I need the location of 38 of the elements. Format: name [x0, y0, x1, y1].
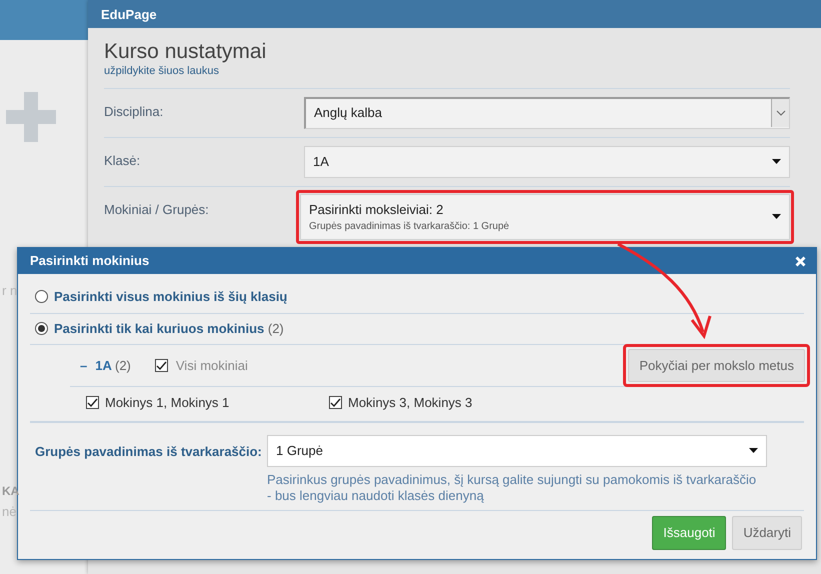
- dialog-title: Pasirinkti mokinius: [30, 252, 150, 270]
- caret-icon: [772, 214, 781, 220]
- checkbox[interactable]: [154, 359, 168, 372]
- dialog-heading: Kurso nustatymai: [104, 40, 268, 64]
- close-icon[interactable]: [795, 256, 806, 266]
- radio-button[interactable]: [35, 322, 48, 335]
- changes-button[interactable]: Pokyčiai per mokslo metus: [628, 348, 805, 382]
- checkbox[interactable]: [86, 396, 99, 410]
- select-field[interactable]: Pasirinkti moksleiviai: 2 Grupės pavadinimas iš tvarkaraščio: 1 Grupė: [300, 194, 790, 240]
- select-detail: Grupės pavadinimas iš tvarkaraščio: 1 Grupė: [309, 220, 510, 234]
- field-label: Klasė:: [104, 152, 142, 170]
- close-button[interactable]: Uždaryti: [732, 516, 802, 550]
- help-text: Pasirinkus grupės pavadinimus, šį kursą galite sujungti su pamokomis iš tvarkaraščio - bus lengviau naudoti klasės dienyną: [267, 472, 757, 506]
- class-name[interactable]: 1A (2): [95, 356, 131, 376]
- chevron-icon: [776, 110, 786, 116]
- select-field[interactable]: 1A: [304, 146, 790, 178]
- check-icon: [330, 398, 341, 408]
- window-title: EduPage: [88, 0, 821, 28]
- field-label: Mokiniai / Grupės:: [104, 200, 210, 219]
- radio-button[interactable]: [35, 290, 48, 304]
- dropdown-button[interactable]: [771, 99, 789, 128]
- field-label: Grupės pavadinimas iš tvarkaraščio:: [35, 442, 263, 461]
- collapse-toggle[interactable]: –: [80, 356, 88, 376]
- select-field[interactable]: Anglų kalba: [304, 96, 790, 129]
- select-value: Pasirinkti moksleiviai: 2: [309, 200, 444, 219]
- caret-icon: [772, 159, 781, 164]
- checkbox[interactable]: [329, 396, 342, 410]
- check-icon: [156, 360, 167, 370]
- dialog-subheading: užpildykite šiuos laukus: [104, 64, 220, 80]
- caret-icon: [749, 448, 758, 453]
- option-label[interactable]: Pasirinkti tik kai kuriuos mokinius (2): [54, 318, 284, 338]
- student-name: Mokinys 3, Mokinys 3: [348, 394, 472, 412]
- group-select[interactable]: 1 Grupė: [267, 434, 767, 466]
- student-name: Mokinys 1, Mokinys 1: [105, 394, 230, 412]
- option-label[interactable]: Pasirinkti visus mokinius iš šių klasių: [54, 287, 288, 306]
- checkbox-label: Visi mokiniai: [176, 356, 248, 375]
- check-icon: [87, 398, 98, 408]
- field-label: Disciplina:: [104, 102, 164, 121]
